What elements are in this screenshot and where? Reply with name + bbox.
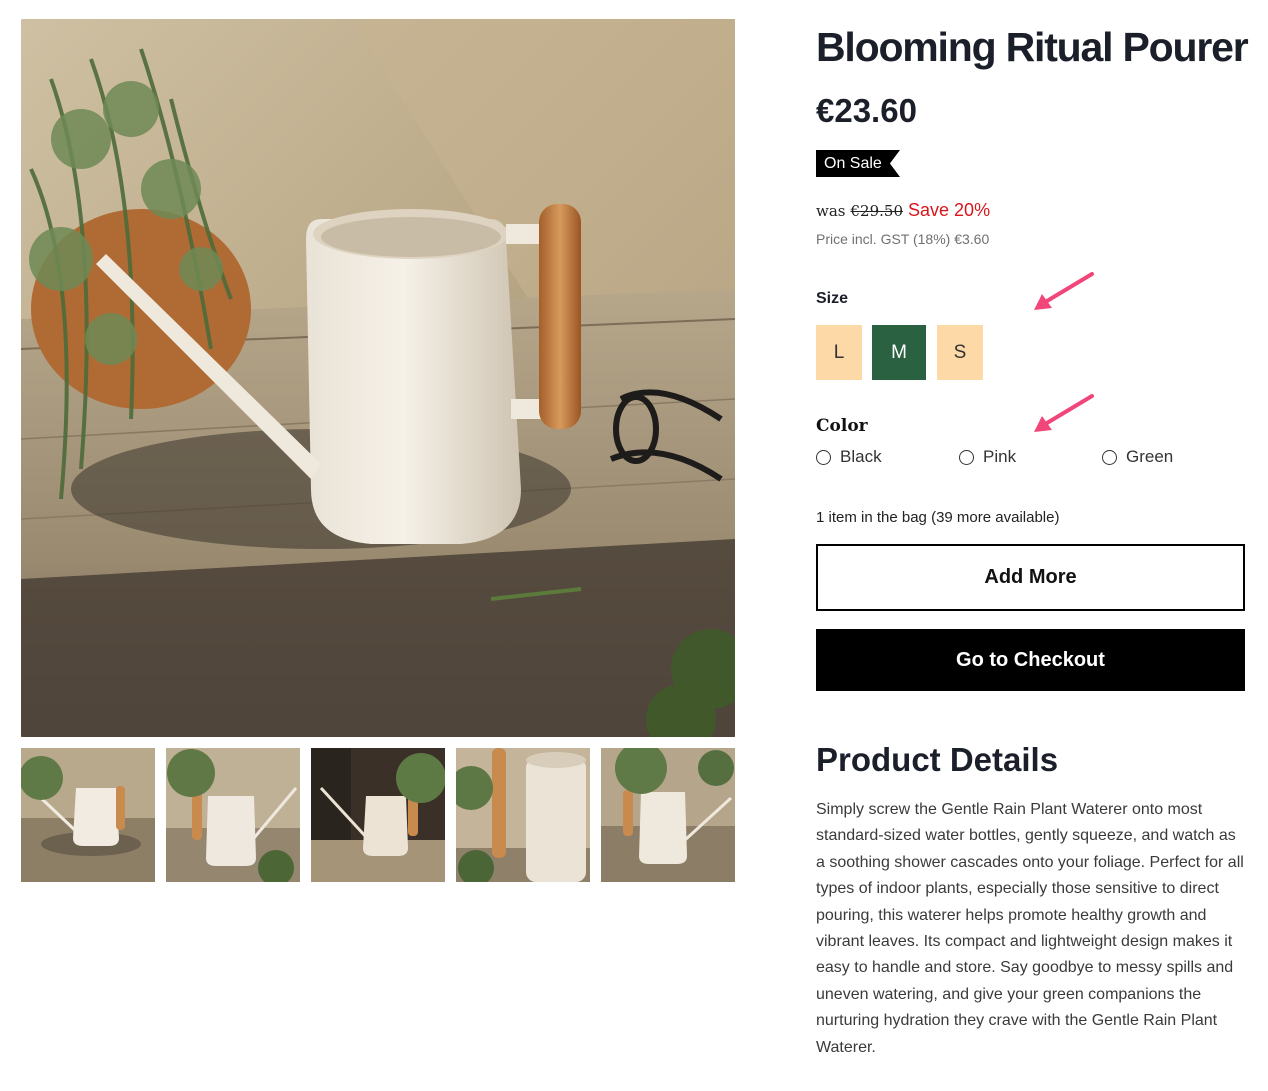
color-option-pink[interactable]: Pink: [959, 447, 1016, 467]
add-more-button[interactable]: Add More: [816, 544, 1245, 611]
color-option-label: Black: [840, 447, 882, 466]
checkout-button[interactable]: Go to Checkout: [816, 629, 1245, 691]
size-label: Size: [816, 290, 849, 307]
product-description: Simply screw the Gentle Rain Plant Water…: [816, 801, 1244, 1056]
original-price-line: was €29.50 Save 20%: [816, 200, 990, 221]
product-details-heading: Product Details: [816, 741, 1059, 778]
size-option-m[interactable]: M: [872, 325, 926, 380]
product-title: Blooming Ritual Pourer: [816, 24, 1249, 70]
main-product-image[interactable]: [21, 19, 735, 737]
radio-icon[interactable]: [816, 449, 831, 465]
sale-badge: On Sale: [816, 150, 900, 177]
bag-status: 1 item in the bag (39 more available): [816, 509, 1060, 526]
tax-info: Price incl. GST (18%) €3.60: [816, 231, 990, 247]
thumbnail-1[interactable]: [21, 748, 155, 882]
original-price: €29.50: [850, 202, 904, 220]
color-option-label: Green: [1126, 447, 1174, 466]
thumbnail-2[interactable]: [166, 748, 300, 882]
radio-icon[interactable]: [959, 449, 974, 465]
thumbnail-4[interactable]: [456, 748, 590, 882]
size-option-l[interactable]: L: [816, 325, 862, 380]
annotation-arrow-icon: [1034, 272, 1094, 310]
color-option-green[interactable]: Green: [1102, 447, 1173, 467]
savings-text: Save 20%: [908, 200, 991, 220]
annotation-arrow-icon: [1034, 394, 1094, 432]
thumbnail-5[interactable]: [601, 748, 735, 882]
size-option-s[interactable]: S: [937, 325, 983, 380]
color-label: Color: [816, 416, 868, 436]
radio-icon[interactable]: [1102, 449, 1117, 465]
product-price: €23.60: [816, 92, 917, 129]
color-option-label: Pink: [983, 447, 1017, 466]
thumbnail-3[interactable]: [311, 748, 445, 882]
thumbnail-strip: [21, 748, 735, 882]
was-label: was: [816, 202, 846, 220]
color-option-black[interactable]: Black: [816, 447, 882, 467]
